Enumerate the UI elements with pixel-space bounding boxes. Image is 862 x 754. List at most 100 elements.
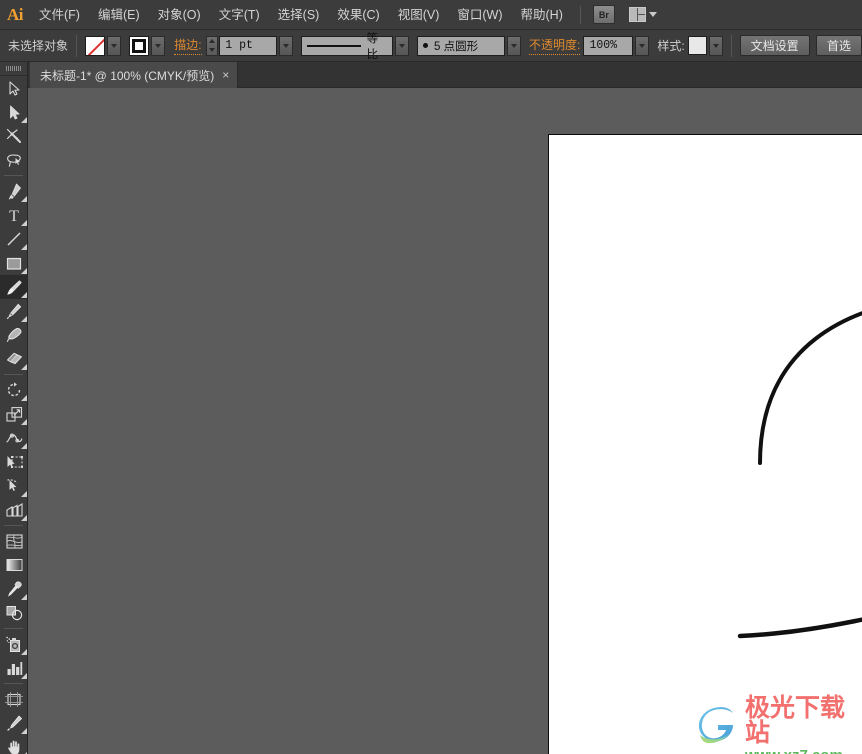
width-warp-tool[interactable] xyxy=(0,426,27,450)
width-profile-dropdown-button[interactable] xyxy=(395,35,410,56)
tool-flyout-indicator-icon xyxy=(21,673,27,679)
selection-status-label: 未选择对象 xyxy=(8,39,69,53)
tool-flyout-indicator-icon xyxy=(21,443,27,449)
preferences-button[interactable]: 首选 xyxy=(815,35,862,56)
svg-text:T: T xyxy=(9,208,19,223)
fill-none-swatch[interactable] xyxy=(84,35,105,56)
symbol-sprayer-tool[interactable] xyxy=(0,632,27,656)
canvas-workspace[interactable] xyxy=(28,88,862,754)
type-tool[interactable]: T xyxy=(0,203,27,227)
graphic-style-dropdown-button[interactable] xyxy=(708,35,723,56)
stroke-weight-input[interactable]: 1 pt xyxy=(219,35,278,56)
width-profile-value: 等比 xyxy=(366,32,379,61)
menu-help[interactable]: 帮助(H) xyxy=(512,3,572,27)
menu-select[interactable]: 选择(S) xyxy=(269,3,329,27)
line-segment-tool[interactable] xyxy=(0,227,27,251)
perspective-grid-tool[interactable] xyxy=(0,498,27,522)
tool-flyout-indicator-icon xyxy=(21,649,27,655)
hand-tool[interactable] xyxy=(0,735,27,754)
close-icon[interactable]: × xyxy=(222,68,229,82)
tool-flyout-indicator-icon xyxy=(21,728,27,734)
document-setup-button[interactable]: 文档设置 xyxy=(739,35,810,56)
control-divider-2 xyxy=(730,34,732,57)
rectangle-tool[interactable] xyxy=(0,251,27,275)
arrange-documents-button[interactable] xyxy=(628,7,657,22)
stroke-color-control[interactable] xyxy=(128,35,165,56)
stroke-black-swatch[interactable] xyxy=(128,35,149,56)
graphic-style-control[interactable] xyxy=(687,35,723,56)
tool-flyout-indicator-icon xyxy=(21,268,27,274)
menu-edit[interactable]: 编辑(E) xyxy=(89,3,149,27)
style-label: 样式: xyxy=(657,39,685,53)
document-tab[interactable]: 未标题-1* @ 100% (CMYK/预览) × xyxy=(30,62,239,88)
tool-flyout-indicator-icon xyxy=(21,491,27,497)
fill-color-control[interactable] xyxy=(84,35,121,56)
stroke-weight-label[interactable]: 描边: xyxy=(174,36,202,55)
scale-tool[interactable] xyxy=(0,402,27,426)
chevron-down-icon xyxy=(648,12,657,17)
control-divider-1 xyxy=(76,34,77,57)
eraser-tool[interactable] xyxy=(0,347,27,371)
artwork-layer xyxy=(737,311,862,639)
tool-flyout-indicator-icon xyxy=(21,244,27,250)
graphic-style-swatch[interactable] xyxy=(687,36,707,55)
fill-dropdown-button[interactable] xyxy=(106,35,121,56)
slice-tool[interactable] xyxy=(0,711,27,735)
width-profile-control[interactable]: 等比 xyxy=(301,33,410,61)
magic-wand-tool[interactable] xyxy=(0,124,27,148)
menu-effect[interactable]: 效果(C) xyxy=(328,3,388,27)
paintbrush-tool[interactable] xyxy=(0,275,27,299)
tools-panel: T xyxy=(0,62,28,754)
brush-definition-control[interactable]: 5 点圆形 xyxy=(417,35,522,56)
illustrator-window: Ai 文件(F) 编辑(E) 对象(O) 文字(T) 选择(S) 效果(C) 视… xyxy=(0,0,862,754)
selection-tool[interactable] xyxy=(0,76,27,100)
free-transform-tool[interactable] xyxy=(0,450,27,474)
width-profile-combo[interactable]: 等比 xyxy=(301,33,394,61)
stroke-profile-preview-icon xyxy=(307,44,361,47)
stroke-weight-stepper[interactable] xyxy=(206,35,219,56)
rotate-tool[interactable] xyxy=(0,378,27,402)
document-tab-bar: 未标题-1* @ 100% (CMYK/预览) × xyxy=(0,62,862,88)
opacity-control[interactable]: 100% xyxy=(583,35,650,56)
menu-file[interactable]: 文件(F) xyxy=(30,3,89,27)
menubar-divider xyxy=(579,5,581,24)
document-tab-label: 未标题-1* @ 100% (CMYK/预览) xyxy=(40,68,215,83)
artboard-tool[interactable] xyxy=(0,687,27,711)
menu-window[interactable]: 窗口(W) xyxy=(448,3,511,27)
opacity-dropdown-button[interactable] xyxy=(635,35,650,56)
tool-flyout-indicator-icon xyxy=(21,594,27,600)
column-graph-tool[interactable] xyxy=(0,656,27,680)
stroke-weight-control[interactable]: 1 pt xyxy=(206,35,294,56)
control-options-bar: 未选择对象 描边: 1 pt 等比 5 点圆形 不透明度: 100% 样式: 文… xyxy=(0,30,862,62)
go-to-bridge-button[interactable]: Br xyxy=(592,5,615,24)
artboard[interactable] xyxy=(548,134,862,754)
eyedropper-tool[interactable] xyxy=(0,577,27,601)
pen-tool[interactable] xyxy=(0,179,27,203)
direct-selection-tool[interactable] xyxy=(0,100,27,124)
blend-tool[interactable] xyxy=(0,601,27,625)
tools-divider-4 xyxy=(4,628,23,629)
mesh-tool[interactable] xyxy=(0,529,27,553)
round-brush-preview-icon xyxy=(423,43,429,48)
menu-object[interactable]: 对象(O) xyxy=(149,3,210,27)
tools-divider-1 xyxy=(4,175,23,176)
menu-bar: Ai 文件(F) 编辑(E) 对象(O) 文字(T) 选择(S) 效果(C) 视… xyxy=(0,0,862,30)
brush-definition-combo[interactable]: 5 点圆形 xyxy=(417,35,506,56)
opacity-input[interactable]: 100% xyxy=(583,35,634,56)
tools-panel-drag-handle[interactable] xyxy=(0,62,27,76)
pencil-tool[interactable] xyxy=(0,299,27,323)
tool-flyout-indicator-icon xyxy=(21,316,27,322)
stroke-dropdown-button[interactable] xyxy=(150,35,165,56)
shape-builder-tool[interactable] xyxy=(0,474,27,498)
lasso-tool[interactable] xyxy=(0,148,27,172)
tool-flyout-indicator-icon xyxy=(21,292,27,298)
blob-brush-tool[interactable] xyxy=(0,323,27,347)
lower-arc-path xyxy=(737,617,862,639)
menu-type[interactable]: 文字(T) xyxy=(210,3,269,27)
gradient-tool[interactable] xyxy=(0,553,27,577)
brush-definition-value: 5 点圆形 xyxy=(434,40,479,53)
stroke-weight-dropdown-button[interactable] xyxy=(279,35,294,56)
brush-definition-dropdown-button[interactable] xyxy=(507,35,522,56)
opacity-label[interactable]: 不透明度: xyxy=(528,36,581,55)
menu-view[interactable]: 视图(V) xyxy=(389,3,449,27)
